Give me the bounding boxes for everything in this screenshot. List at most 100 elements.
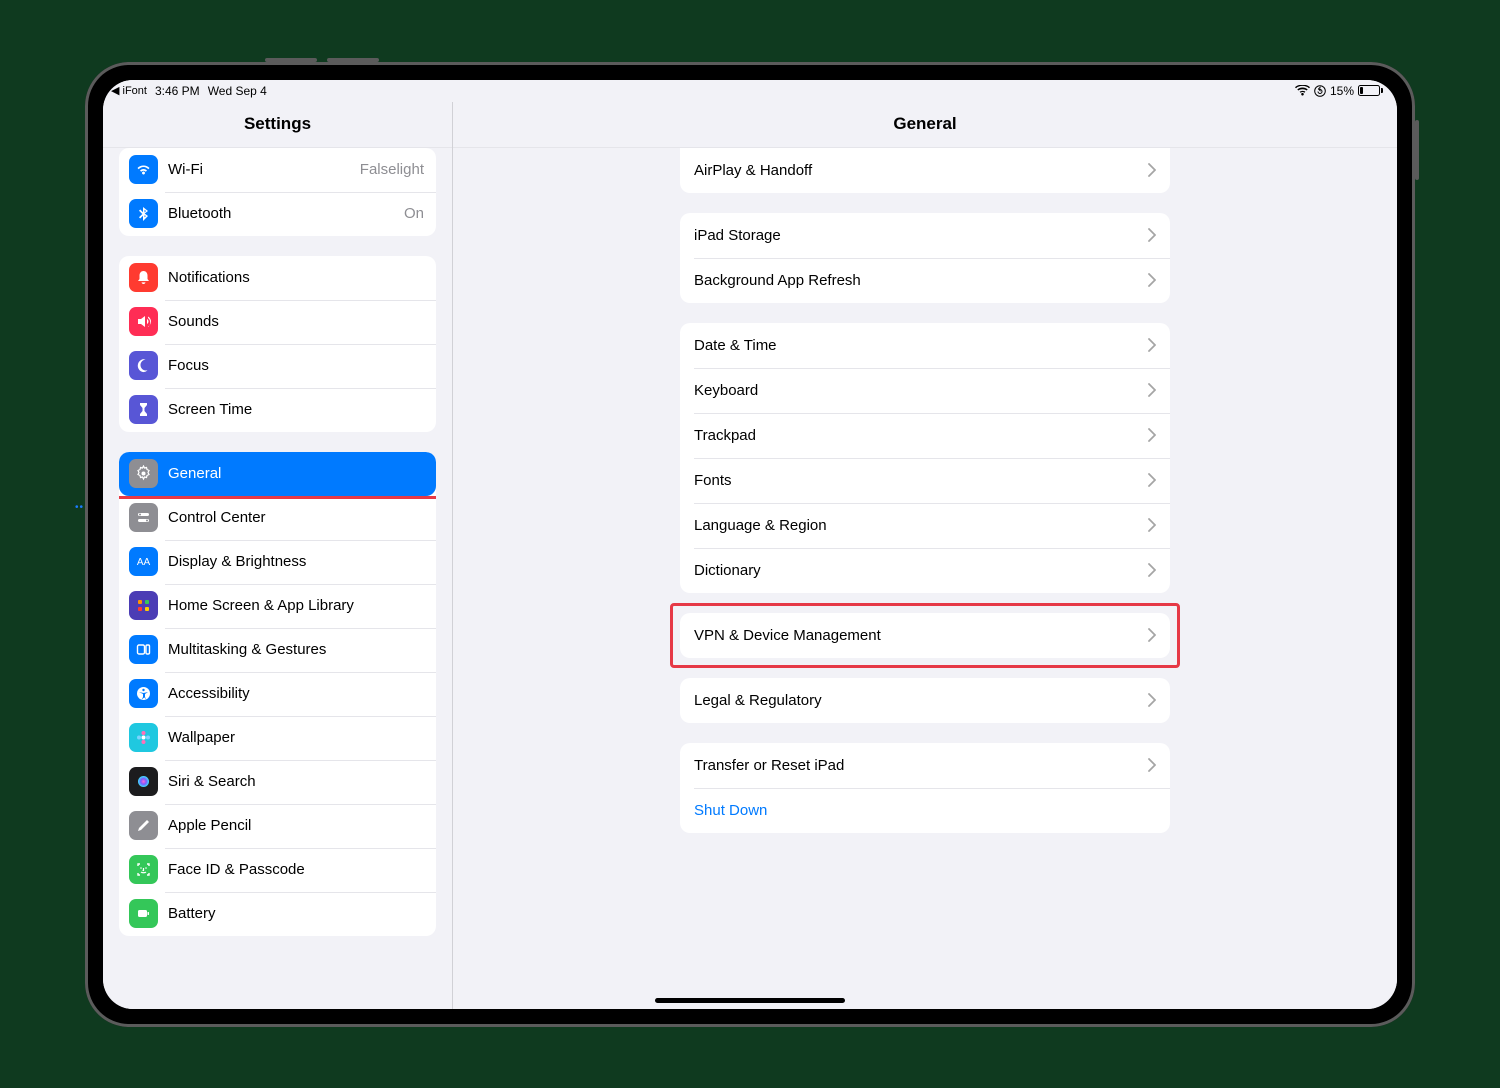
- home-indicator[interactable]: [655, 998, 845, 1003]
- detail-row-fonts[interactable]: Fonts: [680, 458, 1170, 503]
- sidebar-item-label: Sounds: [168, 313, 424, 330]
- gear-icon: [129, 459, 158, 488]
- battery-percent: 15%: [1330, 84, 1354, 98]
- sidebar-item-label: General: [168, 465, 424, 482]
- sidebar-item-wallpaper[interactable]: Wallpaper: [119, 716, 436, 760]
- hourglass-icon: [129, 395, 158, 424]
- settings-sidebar: Settings Wi-FiFalselightBluetoothOnNotif…: [103, 102, 453, 1009]
- detail-row-label: iPad Storage: [694, 227, 1148, 244]
- sidebar-item-label: Accessibility: [168, 685, 424, 702]
- detail-row-label: Language & Region: [694, 517, 1148, 534]
- sidebar-item-accessibility[interactable]: Accessibility: [119, 672, 436, 716]
- detail-row-airplay[interactable]: AirPlay & Handoff: [680, 148, 1170, 193]
- ipad-screen: ◀ iFont 3:46 PM Wed Sep 4 15% Settings: [103, 80, 1397, 1009]
- sidebar-item-detail: Falselight: [360, 161, 424, 178]
- detail-row-label: Dictionary: [694, 562, 1148, 579]
- chevron-right-icon: [1148, 338, 1156, 352]
- detail-title: General: [453, 102, 1397, 148]
- chevron-right-icon: [1148, 473, 1156, 487]
- chevron-right-icon: [1148, 273, 1156, 287]
- detail-row-vpn[interactable]: VPN & Device Management: [680, 613, 1170, 658]
- sidebar-item-faceid[interactable]: Face ID & Passcode: [119, 848, 436, 892]
- sidebar-item-notifications[interactable]: Notifications: [119, 256, 436, 300]
- detail-row-storage[interactable]: iPad Storage: [680, 213, 1170, 258]
- power-button: [1415, 120, 1419, 180]
- wifi-icon: [129, 155, 158, 184]
- sidebar-item-label: Notifications: [168, 269, 424, 286]
- svg-text:AA: AA: [137, 557, 151, 568]
- battery-icon: [129, 899, 158, 928]
- sidebar-item-label: Apple Pencil: [168, 817, 424, 834]
- status-time: 3:46 PM: [155, 84, 200, 98]
- detail-row-label: Transfer or Reset iPad: [694, 757, 1148, 774]
- sidebar-item-bluetooth[interactable]: BluetoothOn: [119, 192, 436, 236]
- sidebar-item-label: Wallpaper: [168, 729, 424, 746]
- detail-row-label: Background App Refresh: [694, 272, 1148, 289]
- bluetooth-icon: [129, 199, 158, 228]
- sidebar-item-wifi[interactable]: Wi-FiFalselight: [119, 148, 436, 192]
- status-date: Wed Sep 4: [208, 84, 267, 98]
- sidebar-item-focus[interactable]: Focus: [119, 344, 436, 388]
- detail-row-transfer[interactable]: Transfer or Reset iPad: [680, 743, 1170, 788]
- moon-icon: [129, 351, 158, 380]
- grid-icon: [129, 591, 158, 620]
- chevron-right-icon: [1148, 628, 1156, 642]
- detail-row-bgr[interactable]: Background App Refresh: [680, 258, 1170, 303]
- chevron-right-icon: [1148, 383, 1156, 397]
- sidebar-item-display[interactable]: AA Display & Brightness: [119, 540, 436, 584]
- sidebar-item-screentime[interactable]: Screen Time: [119, 388, 436, 432]
- connector-indicator: ••: [75, 502, 84, 513]
- detail-row-lang[interactable]: Language & Region: [680, 503, 1170, 548]
- sidebar-item-battery[interactable]: Battery: [119, 892, 436, 936]
- detail-row-keyboard[interactable]: Keyboard: [680, 368, 1170, 413]
- flower-icon: [129, 723, 158, 752]
- chevron-right-icon: [1148, 163, 1156, 177]
- detail-row-label: Trackpad: [694, 427, 1148, 444]
- accessibility-icon: [129, 679, 158, 708]
- sidebar-item-general[interactable]: General: [119, 452, 436, 496]
- sidebar-item-multitasking[interactable]: Multitasking & Gestures: [119, 628, 436, 672]
- wifi-status-icon: [1295, 85, 1310, 96]
- sidebar-item-sounds[interactable]: Sounds: [119, 300, 436, 344]
- sidebar-scroll[interactable]: Wi-FiFalselightBluetoothOnNotificationsS…: [103, 148, 452, 1009]
- sidebar-item-siri[interactable]: Siri & Search: [119, 760, 436, 804]
- chevron-right-icon: [1148, 518, 1156, 532]
- volume-up-button: [327, 58, 379, 62]
- sidebar-item-label: Display & Brightness: [168, 553, 424, 570]
- pencil-icon: [129, 811, 158, 840]
- detail-scroll[interactable]: AirPlay & Handoff iPad Storage Background …: [453, 148, 1397, 1009]
- switches-icon: [129, 503, 158, 532]
- sidebar-item-homescreen[interactable]: Home Screen & App Library: [119, 584, 436, 628]
- sidebar-item-label: Screen Time: [168, 401, 424, 418]
- detail-row-label: VPN & Device Management: [694, 627, 1148, 644]
- sidebar-item-label: Wi-Fi: [168, 161, 360, 178]
- detail-row-dictionary[interactable]: Dictionary: [680, 548, 1170, 593]
- sidebar-item-label: Bluetooth: [168, 205, 404, 222]
- status-bar: ◀ iFont 3:46 PM Wed Sep 4 15%: [103, 80, 1397, 102]
- detail-row-label: Fonts: [694, 472, 1148, 489]
- back-to-app[interactable]: ◀ iFont: [111, 84, 147, 97]
- sidebar-item-label: Focus: [168, 357, 424, 374]
- sun-icon: AA: [129, 547, 158, 576]
- chevron-right-icon: [1148, 228, 1156, 242]
- detail-row-legal[interactable]: Legal & Regulatory: [680, 678, 1170, 723]
- sidebar-item-label: Siri & Search: [168, 773, 424, 790]
- detail-row-label: Legal & Regulatory: [694, 692, 1148, 709]
- detail-panel: General AirPlay & Handoff iPad Storage Bac…: [453, 102, 1397, 1009]
- sidebar-item-controlcenter[interactable]: Control Center: [119, 496, 436, 540]
- sidebar-item-detail: On: [404, 205, 424, 222]
- battery-icon: [1358, 85, 1383, 96]
- detail-row-datetime[interactable]: Date & Time: [680, 323, 1170, 368]
- rotation-lock-icon: [1314, 85, 1326, 97]
- detail-row-trackpad[interactable]: Trackpad: [680, 413, 1170, 458]
- faceid-icon: [129, 855, 158, 884]
- bell-icon: [129, 263, 158, 292]
- chevron-right-icon: [1148, 758, 1156, 772]
- detail-row-label: Keyboard: [694, 382, 1148, 399]
- speaker-icon: [129, 307, 158, 336]
- detail-row-shutdown[interactable]: Shut Down: [680, 788, 1170, 833]
- sidebar-item-pencil[interactable]: Apple Pencil: [119, 804, 436, 848]
- chevron-right-icon: [1148, 563, 1156, 577]
- sidebar-item-label: Multitasking & Gestures: [168, 641, 424, 658]
- detail-row-label: AirPlay & Handoff: [694, 162, 1148, 179]
